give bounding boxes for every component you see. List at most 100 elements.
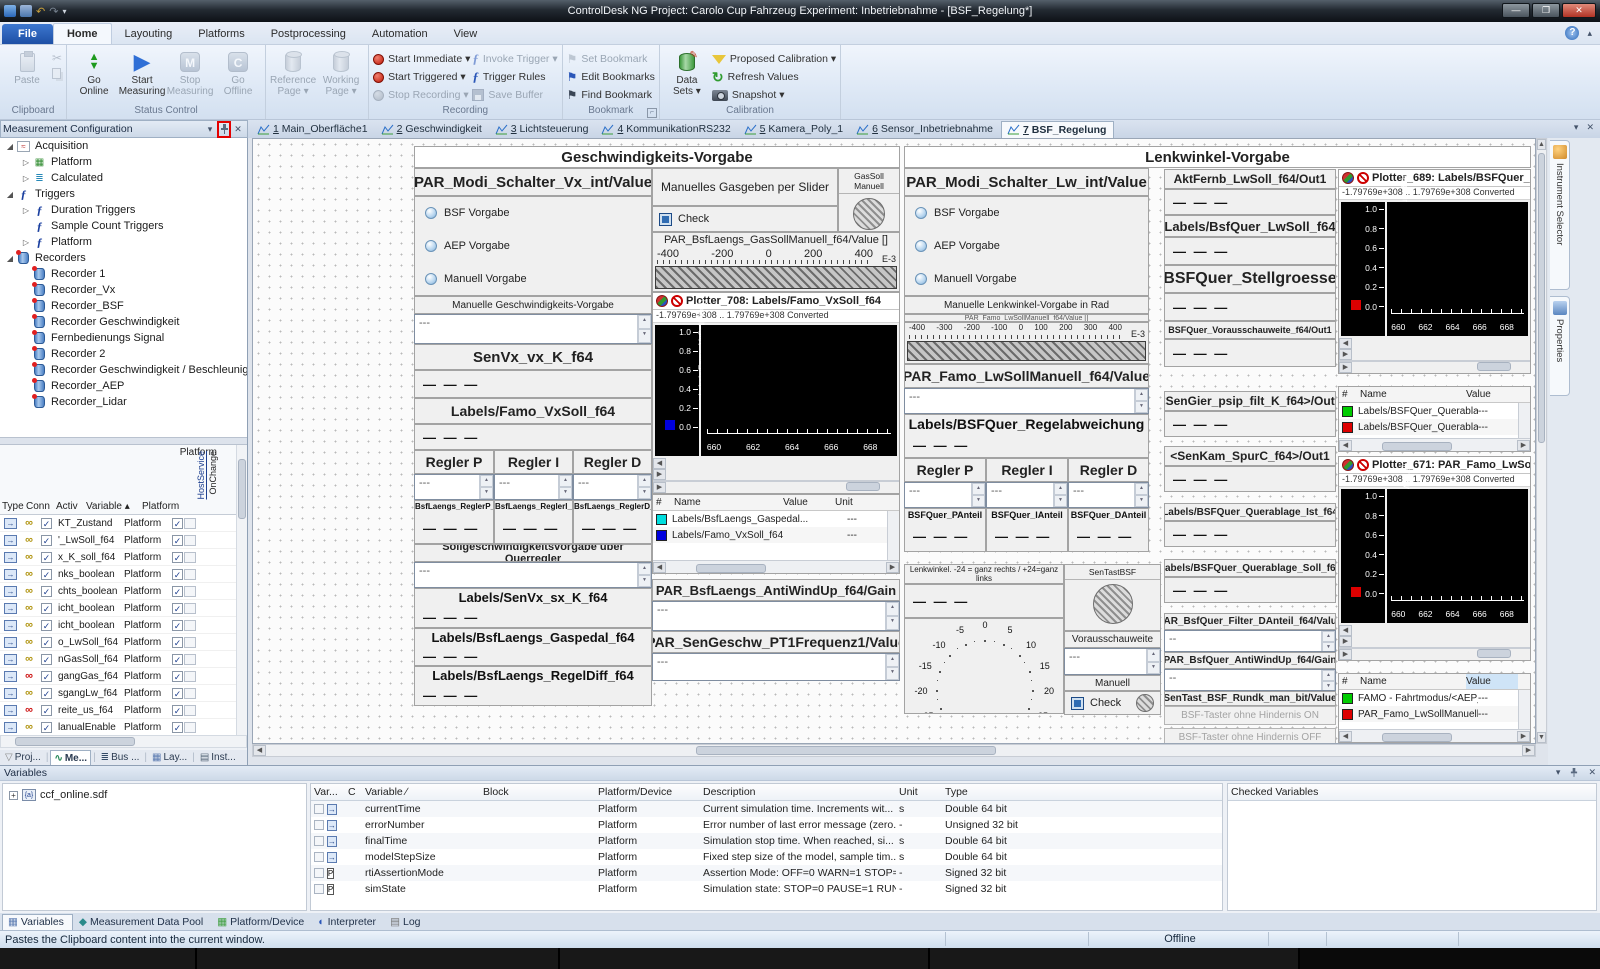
spinner[interactable]: ▲▼ [637, 315, 651, 343]
ribbon-tab-layouting[interactable]: Layouting [112, 24, 186, 44]
active-checkbox[interactable]: ✓ [41, 603, 52, 614]
left-horizontal-scrollbar[interactable] [0, 735, 247, 748]
go-offline-button[interactable]: CGoOffline [215, 47, 261, 103]
tree-item[interactable]: ▷≣Calculated [0, 170, 247, 186]
mini-knob[interactable] [1136, 694, 1154, 712]
table-row[interactable]: →∞✓icht_booleanPlatform✓ [0, 600, 247, 617]
spinner-up-icon[interactable]: ▲ [886, 602, 899, 616]
hostservice-checkbox[interactable]: ✓ [172, 535, 183, 546]
radio-icon[interactable] [425, 273, 437, 285]
spinner-down-icon[interactable]: ▼ [638, 487, 651, 499]
active-checkbox[interactable]: ✓ [41, 586, 52, 597]
column-header-block[interactable]: Block [480, 786, 595, 798]
radio-option[interactable]: AEP Vorgabe [905, 240, 1148, 252]
tree-item[interactable]: ◢≈Acquisition [0, 138, 247, 154]
input-value[interactable]: --- [653, 602, 885, 630]
properties-tab[interactable]: Properties [1550, 296, 1570, 396]
value-input[interactable]: ---▲▼ [904, 482, 986, 508]
table-row[interactable]: →∞✓x_K_soll_f64Platform✓ [0, 549, 247, 566]
value-input[interactable]: --▲▼ [1164, 669, 1336, 691]
value-input[interactable]: --▲▼ [1164, 630, 1336, 652]
dock-tab-lay[interactable]: ▦Lay... [149, 750, 190, 765]
spinner[interactable]: ▲▼ [479, 475, 493, 499]
legend-column-value[interactable]: Value [1466, 674, 1518, 689]
file-tab[interactable]: File [2, 24, 53, 44]
slider-bar[interactable] [655, 266, 897, 289]
checkbox-icon[interactable] [659, 213, 672, 226]
value-input[interactable]: ---▲▼ [414, 562, 652, 588]
column-header[interactable]: Conn [26, 501, 50, 512]
spinner-down-icon[interactable]: ▼ [480, 487, 493, 499]
spinner-up-icon[interactable]: ▲ [1322, 670, 1335, 681]
spinner-up-icon[interactable]: ▲ [886, 654, 899, 667]
input-value[interactable]: --- [415, 315, 637, 343]
plotter-freeze-icon[interactable] [1357, 459, 1369, 471]
spinner-up-icon[interactable]: ▲ [1135, 483, 1148, 495]
table-row[interactable]: →∞✓KT_ZustandPlatform✓ [0, 515, 247, 532]
plotter-signals-icon[interactable] [656, 295, 668, 307]
spinner-down-icon[interactable]: ▼ [638, 575, 651, 587]
radio-option[interactable]: AEP Vorgabe [415, 240, 651, 252]
table-row[interactable]: →∞✓'_LwSoll_f64Platform✓ [0, 532, 247, 549]
active-checkbox[interactable]: ✓ [41, 518, 52, 529]
table-row[interactable]: →finalTimePlatformSimulation stop time. … [311, 833, 1222, 849]
input-value[interactable]: --- [574, 475, 637, 499]
table-vertical-scrollbar[interactable] [236, 445, 247, 735]
plotter-freeze-icon[interactable] [1357, 172, 1369, 184]
trigger-rules-button[interactable]: ƒTrigger Rules [472, 68, 557, 86]
hostservice-checkbox[interactable]: ✓ [172, 671, 183, 682]
plotter-freeze-icon[interactable] [671, 295, 683, 307]
input-value[interactable]: --- [1065, 649, 1146, 674]
hostservice-checkbox[interactable]: ✓ [172, 722, 183, 733]
plot-scrollbars[interactable]: ◀▶▶ [1339, 625, 1530, 660]
tree-item[interactable]: Recorder_BSF [0, 298, 247, 314]
tree-item[interactable]: ▷ƒDuration Triggers [0, 202, 247, 218]
tree-item[interactable]: ƒSample Count Triggers [0, 218, 247, 234]
plotter-signals-icon[interactable] [1342, 459, 1354, 471]
spinner[interactable]: ▲▼ [1321, 670, 1335, 690]
start-measuring-button[interactable]: ▶StartMeasuring [119, 47, 165, 103]
tabbar-close-icon[interactable]: ✕ [1586, 122, 1594, 133]
panel-dropdown-icon[interactable]: ▾ [203, 124, 217, 135]
spinner-down-icon[interactable]: ▼ [1135, 495, 1148, 507]
spinner[interactable]: ▲▼ [1321, 631, 1335, 651]
spinner-up-icon[interactable]: ▲ [972, 483, 985, 495]
column-header-platformdevice[interactable]: Platform/Device [595, 786, 700, 798]
column-header-type[interactable]: Type [942, 786, 1034, 798]
hostservice-checkbox[interactable]: ✓ [172, 518, 183, 529]
spinner[interactable]: ▲▼ [1134, 389, 1148, 413]
hostservice-checkbox[interactable]: ✓ [172, 688, 183, 699]
radio-icon[interactable] [425, 240, 437, 252]
reference-page--button[interactable]: ReferencePage ▾ [270, 47, 316, 103]
radio-icon[interactable] [915, 273, 927, 285]
input-value[interactable]: --- [1069, 483, 1134, 507]
spinner-up-icon[interactable]: ▲ [1135, 389, 1148, 401]
spinner[interactable]: ▲▼ [971, 483, 985, 507]
stop-recording--button[interactable]: Stop Recording ▾ [373, 86, 470, 104]
table-row[interactable]: PrtiAssertionModePlatformAssertion Mode:… [311, 865, 1222, 881]
value-input[interactable]: ---▲▼ [652, 601, 900, 631]
radio-icon[interactable] [915, 240, 927, 252]
hostservice-checkbox[interactable]: ✓ [172, 552, 183, 563]
legend-column-num[interactable]: # [656, 497, 674, 508]
spinner-up-icon[interactable]: ▲ [1322, 631, 1335, 642]
layout-tab-lichtsteuerung[interactable]: 3 Lichtsteuerung [490, 121, 596, 138]
invoke-trigger--button[interactable]: ƒInvoke Trigger ▾ [472, 50, 557, 68]
plotter-signals-icon[interactable] [1342, 172, 1354, 184]
table-row[interactable]: →∞✓gangGas_f64Platform✓ [0, 668, 247, 685]
legend-row[interactable]: Labels/Famo_VxSoll_f64--- [653, 527, 899, 543]
tree-item[interactable]: ◢ƒTriggers [0, 186, 247, 202]
active-checkbox[interactable]: ✓ [41, 569, 52, 580]
active-checkbox[interactable]: ✓ [41, 535, 52, 546]
column-header[interactable]: Type [2, 501, 24, 512]
plot-scrollbars[interactable]: ◀▶▶ [1339, 338, 1530, 373]
input-value[interactable]: --- [987, 483, 1053, 507]
hostservice-checkbox[interactable]: ✓ [172, 705, 183, 716]
input-value[interactable]: --- [905, 483, 971, 507]
table-row[interactable]: →errorNumberPlatformError number of last… [311, 817, 1222, 833]
spinner[interactable]: ▲▼ [885, 654, 899, 680]
spinner-down-icon[interactable]: ▼ [886, 616, 899, 630]
spinner-up-icon[interactable]: ▲ [638, 563, 651, 575]
knob[interactable] [853, 198, 885, 230]
pin-icon[interactable] [217, 121, 231, 138]
